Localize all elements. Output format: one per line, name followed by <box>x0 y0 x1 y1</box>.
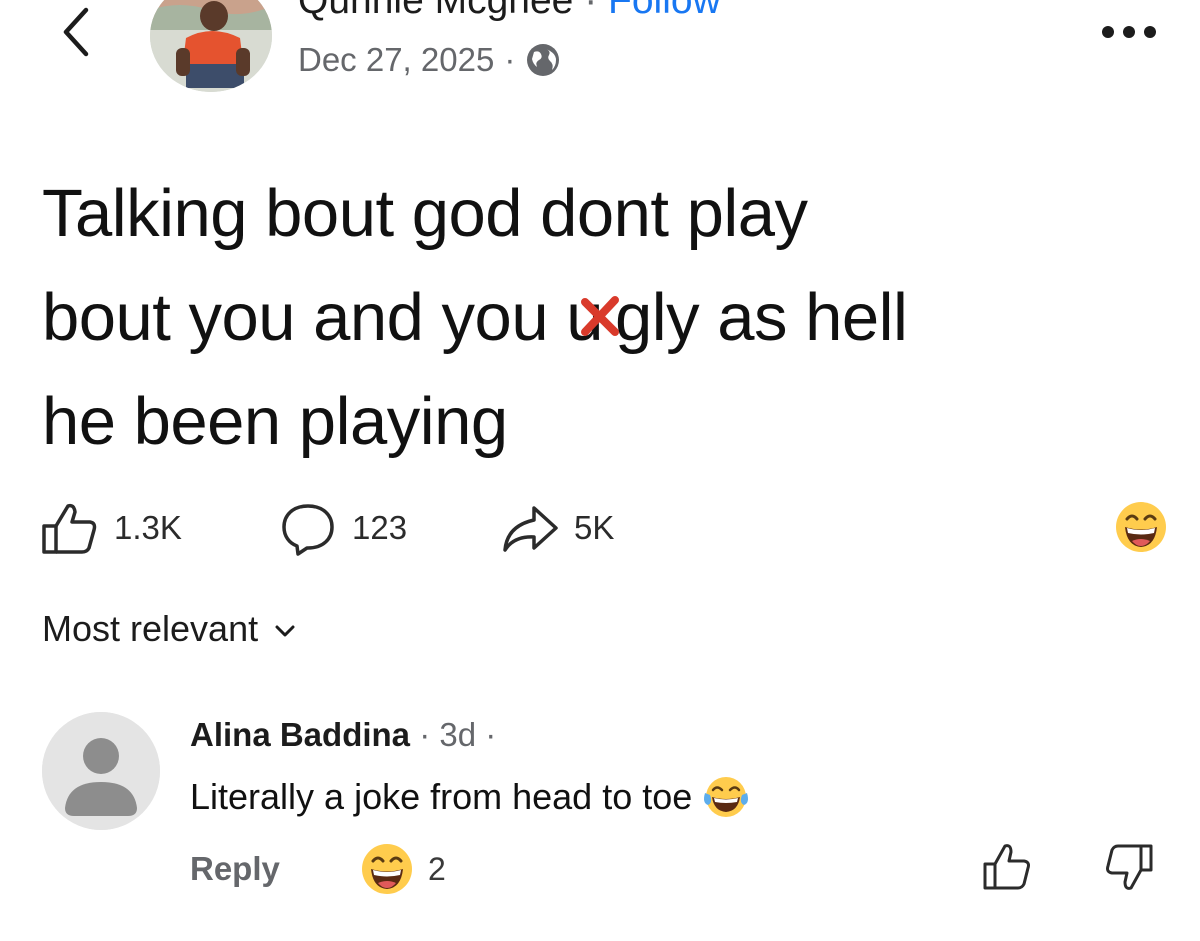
commenter-avatar[interactable] <box>42 712 160 830</box>
red-x-mark-icon <box>580 296 619 337</box>
comment-reactions[interactable]: 2 <box>360 842 446 896</box>
more-options-icon[interactable] <box>1098 20 1160 44</box>
comment-dislike-icon[interactable] <box>1104 842 1154 892</box>
post-text-line-2: bout you and you u gly as hell <box>42 266 1162 370</box>
comment-action[interactable]: 123 <box>278 500 407 556</box>
share-icon <box>503 506 558 552</box>
comment-reaction-count: 2 <box>428 850 446 887</box>
share-action[interactable]: 5K <box>500 500 614 556</box>
comment-trailing-separator: · <box>485 716 497 753</box>
post-date[interactable]: Dec 27, 2025 <box>298 38 494 82</box>
sort-dropdown[interactable]: Most relevant <box>42 608 296 650</box>
like-action[interactable]: 1.3K <box>40 500 182 556</box>
share-count: 5K <box>574 509 615 546</box>
back-chevron-icon[interactable] <box>56 2 96 62</box>
comment-separator: · <box>419 716 431 753</box>
post-text-line-1: Talking bout god dont play <box>42 176 808 251</box>
author-separator: · <box>584 0 598 22</box>
chevron-down-icon <box>275 625 295 637</box>
post-author-line: Qunnie Mcghee · Follow <box>298 0 721 24</box>
grinning-face-emoji-icon[interactable] <box>1114 500 1168 554</box>
default-avatar-icon <box>42 712 160 830</box>
post-meta: Dec 27, 2025 · <box>298 38 561 82</box>
comment-author-name[interactable]: Alina Baddina <box>190 716 410 753</box>
follow-button[interactable]: Follow <box>608 0 721 22</box>
tears-of-joy-emoji-icon <box>704 777 749 817</box>
author-avatar[interactable] <box>150 0 272 92</box>
grinning-face-emoji-icon <box>362 844 412 894</box>
comment-text: Literally a joke from head to toe <box>190 772 750 822</box>
author-photo <box>150 0 272 92</box>
comment-time[interactable]: 3d <box>439 716 476 753</box>
post-text-line-2-start: bout you and you u <box>42 280 603 355</box>
like-count: 1.3K <box>114 509 182 546</box>
date-separator: · <box>504 41 516 78</box>
thumbs-up-icon <box>42 503 97 554</box>
post-text-line-2-end: gly as hell <box>614 280 908 355</box>
author-name[interactable]: Qunnie Mcghee <box>298 0 573 22</box>
post-text-line-3: he been playing <box>42 384 508 459</box>
comment-count: 123 <box>352 509 408 546</box>
sort-label: Most relevant <box>42 608 259 649</box>
comment-like-icon[interactable] <box>982 842 1032 892</box>
comment-body: Literally a joke from head to toe <box>190 776 693 817</box>
comment-icon <box>282 504 334 556</box>
reply-button[interactable]: Reply <box>190 846 280 892</box>
comment-author-line: Alina Baddina · 3d · <box>190 712 496 758</box>
globe-icon <box>527 44 560 76</box>
post-text: Talking bout god dont play bout you and … <box>42 162 1162 474</box>
